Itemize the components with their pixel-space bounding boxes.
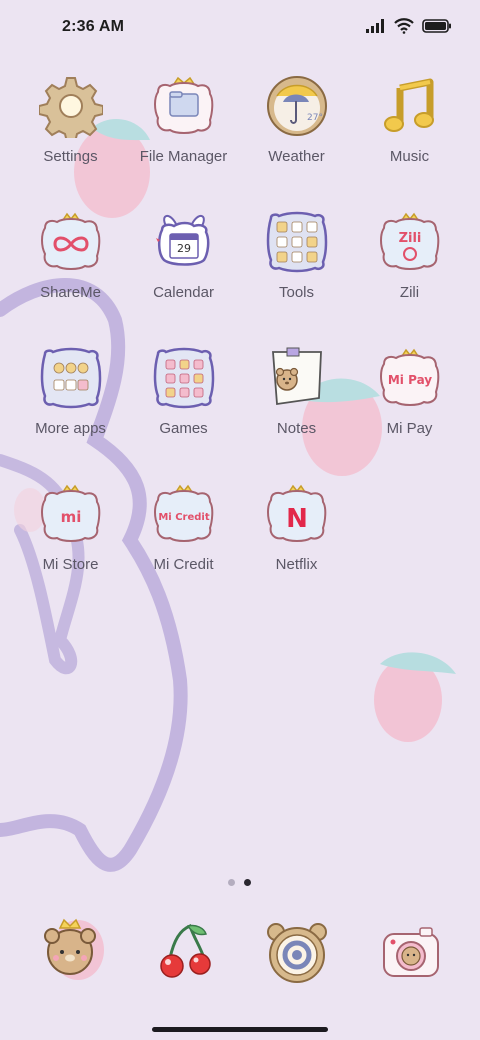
app-games[interactable]: Games bbox=[127, 346, 240, 437]
page-dot-2[interactable] bbox=[244, 879, 251, 886]
notes-icon bbox=[271, 347, 322, 406]
zili-icon: Zili bbox=[379, 212, 439, 270]
app-music[interactable]: Music bbox=[353, 74, 466, 165]
calendar-date: 29 bbox=[177, 242, 191, 255]
dock-browser[interactable] bbox=[262, 918, 332, 988]
mi-credit-icon: Mi Credit bbox=[153, 484, 213, 542]
app-file-manager[interactable]: File Manager bbox=[127, 74, 240, 165]
calendar-icon: 29 bbox=[155, 215, 209, 266]
app-calendar[interactable]: 29 Calendar bbox=[127, 210, 240, 301]
status-bar: 2:36 AM bbox=[0, 0, 480, 56]
battery-icon bbox=[422, 19, 451, 33]
dock-phone[interactable] bbox=[36, 912, 106, 982]
page-dot-1[interactable] bbox=[228, 879, 235, 886]
netflix-icon: N bbox=[266, 484, 326, 542]
app-netflix[interactable]: N Netflix bbox=[240, 482, 353, 573]
app-weather[interactable]: 27° Weather bbox=[240, 74, 353, 165]
camera-icon bbox=[383, 927, 439, 977]
weather-temp: 27° bbox=[307, 113, 323, 123]
app-tools[interactable]: Tools bbox=[240, 210, 353, 301]
app-mi-credit[interactable]: Mi Credit Mi Credit bbox=[127, 482, 240, 573]
games-grid-icon bbox=[153, 347, 214, 409]
dock-messages[interactable] bbox=[150, 918, 220, 988]
wifi-icon bbox=[394, 18, 414, 34]
app-more-apps[interactable]: More apps bbox=[14, 346, 127, 437]
mi-credit-text: Mi Credit bbox=[158, 512, 209, 523]
app-notes[interactable]: Notes bbox=[240, 346, 353, 437]
apps-grid-icon bbox=[40, 347, 101, 409]
clock-browser-icon bbox=[267, 923, 327, 983]
music-note-icon bbox=[383, 78, 434, 132]
mi-pay-text: Mi Pay bbox=[387, 373, 431, 387]
zili-text: Zili bbox=[398, 231, 421, 246]
status-time: 2:36 AM bbox=[62, 18, 125, 35]
home-indicator[interactable] bbox=[152, 1027, 328, 1032]
umbrella-icon: 27° bbox=[266, 76, 327, 136]
cherry-messages-icon bbox=[160, 924, 211, 978]
infinity-icon bbox=[40, 212, 100, 270]
app-zili[interactable]: Zili Zili bbox=[353, 210, 466, 301]
app-mi-store[interactable]: mi Mi Store bbox=[14, 482, 127, 573]
app-mi-pay[interactable]: Mi Pay Mi Pay bbox=[353, 346, 466, 437]
app-shareme[interactable]: ShareMe bbox=[14, 210, 127, 301]
gear-icon bbox=[38, 77, 103, 138]
app-settings[interactable]: Settings bbox=[14, 74, 127, 165]
status-icons bbox=[366, 18, 452, 34]
dock-camera[interactable] bbox=[376, 918, 446, 988]
page-indicator bbox=[226, 879, 254, 887]
mi-store-text: mi bbox=[60, 508, 81, 526]
tools-grid-icon bbox=[266, 211, 327, 273]
bear-phone-icon bbox=[44, 918, 104, 980]
mi-store-icon: mi bbox=[40, 484, 100, 542]
folder-icon bbox=[153, 76, 213, 134]
mi-pay-icon: Mi Pay bbox=[379, 348, 439, 406]
netflix-text: N bbox=[286, 504, 308, 534]
signal-icon bbox=[366, 19, 384, 33]
